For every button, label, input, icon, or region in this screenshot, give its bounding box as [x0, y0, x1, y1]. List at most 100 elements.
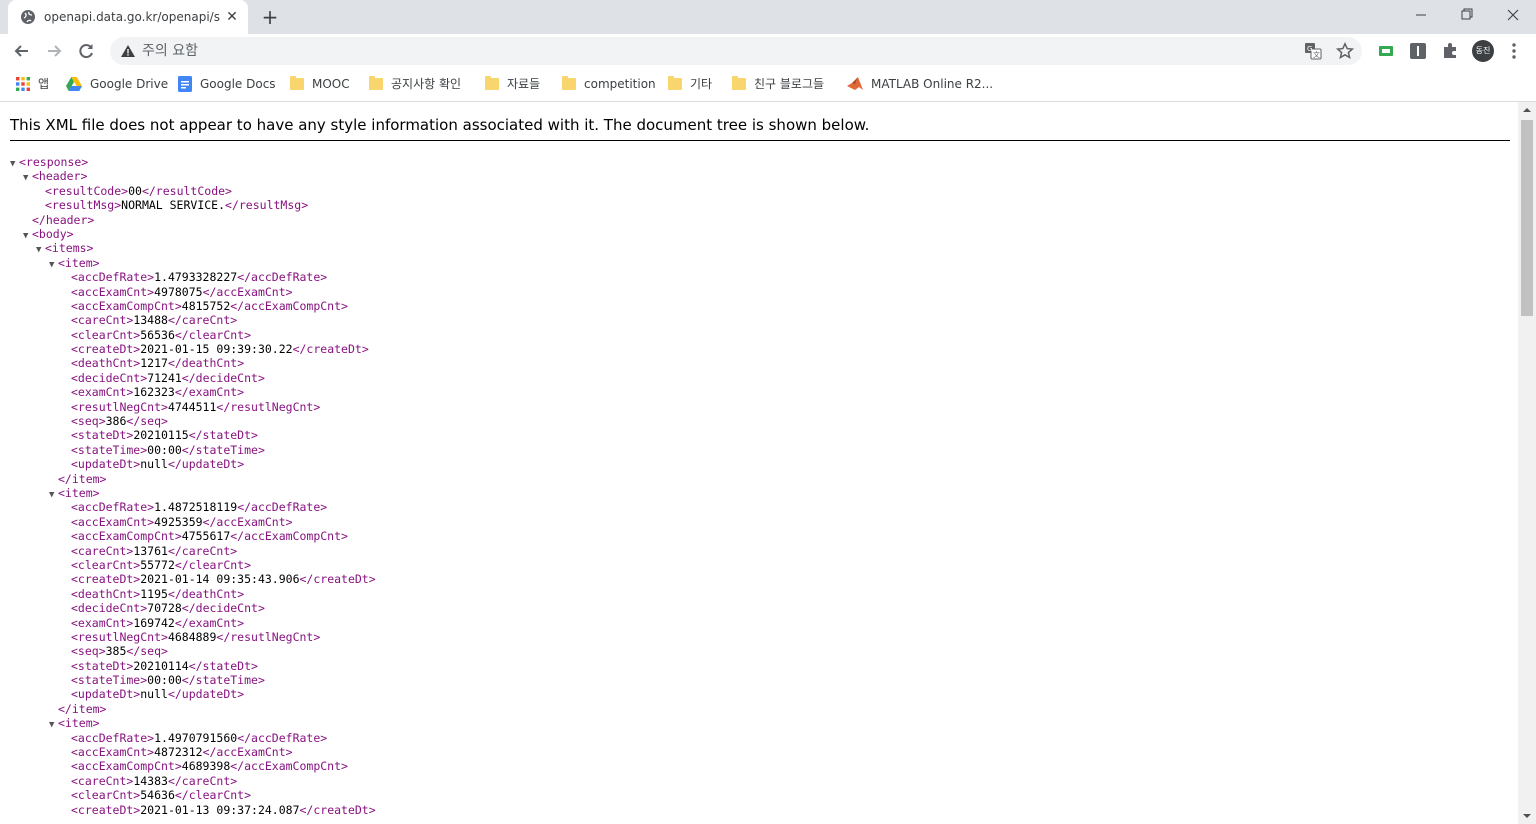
security-status-label[interactable]: 주의 요함 [142, 42, 198, 60]
restore-icon[interactable] [1444, 0, 1490, 32]
xml-element: <clearCnt>56536</clearCnt> [10, 328, 376, 342]
xml-response-open[interactable]: ▼ <response> [10, 155, 376, 169]
xml-value: 20210114 [133, 658, 189, 673]
xml-value: 1195 [140, 586, 168, 601]
xml-tag: <clearCnt> [71, 557, 141, 572]
more-menu-icon[interactable] [1505, 41, 1523, 61]
xml-tag: </careCnt> [167, 543, 238, 558]
forward-icon[interactable] [41, 38, 67, 64]
address-bar[interactable]: 주의 요함 G文 [110, 37, 1362, 65]
bookmark-mooc[interactable]: MOOC [290, 75, 350, 93]
xml-tag: <updateDt> [71, 687, 141, 702]
bookmark-matlab[interactable]: MATLAB Online R2... [847, 75, 993, 93]
xml-element: <accExamCnt>4978075</accExamCnt> [10, 285, 376, 299]
globe-icon [21, 10, 35, 24]
reload-icon[interactable] [73, 38, 99, 64]
collapse-triangle-icon[interactable]: ▼ [23, 229, 32, 243]
xml-element: <careCnt>14383</careCnt> [10, 774, 376, 788]
bookmark-google-docs[interactable]: Google Docs [178, 75, 276, 93]
bookmark-friend-blogs[interactable]: 친구 블로그들 [732, 75, 824, 93]
collapse-triangle-icon[interactable]: ▼ [10, 157, 19, 171]
bookmark-star-icon[interactable] [1336, 42, 1354, 60]
xml-tag: <item> [58, 716, 100, 731]
xml-element: <seq>385</seq> [10, 644, 376, 658]
collapse-triangle-icon[interactable]: ▼ [49, 258, 58, 272]
xml-items-open[interactable]: ▼ <items> [10, 241, 376, 255]
xml-value: 1.4970791560 [154, 730, 238, 745]
xml-tag: </accExamCnt> [202, 284, 293, 299]
xml-element: <seq>386</seq> [10, 414, 376, 428]
xml-tag: <resultMsg> [45, 198, 122, 213]
xml-tag: </accDefRate> [237, 730, 328, 745]
scroll-up-arrow-icon[interactable] [1518, 102, 1536, 118]
xml-tag: </item> [58, 701, 107, 716]
xml-tag: <decideCnt> [71, 601, 148, 616]
extensions-puzzle-icon[interactable] [1441, 42, 1459, 60]
bookmark-label: 친구 블로그들 [754, 77, 825, 91]
close-tab-icon[interactable]: ✕ [224, 9, 240, 25]
xml-tag: </accDefRate> [237, 270, 328, 285]
profile-avatar[interactable]: 동진 [1472, 40, 1494, 62]
xml-tag: </resultCode> [141, 183, 232, 198]
folder-icon [369, 76, 383, 90]
xml-tag: <createDt> [71, 572, 141, 587]
close-window-icon[interactable] [1490, 0, 1536, 32]
scroll-down-arrow-icon[interactable] [1518, 808, 1536, 824]
xml-element: <deathCnt>1217</deathCnt> [10, 356, 376, 370]
scrollbar-thumb[interactable] [1521, 120, 1533, 316]
xml-value: 4689398 [181, 759, 231, 774]
xml-tag: </stateDt> [188, 658, 258, 673]
xml-item-open[interactable]: ▼ <item> [10, 486, 376, 500]
svg-text:文: 文 [1313, 50, 1320, 59]
collapse-triangle-icon[interactable]: ▼ [23, 171, 32, 185]
xml-tag: </item> [58, 471, 107, 486]
xml-tag: <careCnt> [71, 773, 134, 788]
xml-tag: <response> [19, 155, 89, 169]
xml-element: <careCnt>13488</careCnt> [10, 313, 376, 327]
minimize-icon[interactable] [1398, 0, 1444, 32]
back-icon[interactable] [9, 38, 35, 64]
xml-header-open[interactable]: ▼ <header> [10, 169, 376, 183]
collapse-triangle-icon[interactable]: ▼ [36, 243, 45, 257]
bookmark-google-drive[interactable]: Google Drive [66, 75, 168, 93]
xml-value: null [140, 457, 168, 472]
extension-info-icon[interactable] [1409, 42, 1427, 60]
warning-icon[interactable] [120, 43, 136, 59]
toolbar: 주의 요함 G文 동진 [0, 34, 1536, 68]
xml-item-open[interactable]: ▼ <item> [10, 716, 376, 730]
xml-value: 2021-01-13 09:37:24.087 [140, 802, 300, 817]
xml-tag: <careCnt> [71, 313, 134, 328]
collapse-triangle-icon[interactable]: ▼ [49, 718, 58, 732]
xml-value: 55772 [140, 557, 175, 572]
xml-value: 4925359 [154, 514, 203, 529]
xml-tag: </careCnt> [167, 313, 238, 328]
xml-element: <accDefRate>1.4793328227</accDefRate> [10, 270, 376, 284]
xml-tag: </resutlNegCnt> [216, 399, 321, 414]
tab-strip: openapi.data.go.kr/openapi/service/rest/… [0, 0, 1536, 34]
bookmark-apps[interactable]: 앱 [16, 75, 49, 93]
bookmark-competition[interactable]: competition [562, 75, 656, 93]
xml-tag: <accExamCnt> [71, 514, 155, 529]
xml-tag: <header> [32, 169, 88, 184]
xml-element: <clearCnt>54636</clearCnt> [10, 788, 376, 802]
google-docs-icon [178, 76, 192, 92]
extension-screen-icon[interactable] [1377, 42, 1395, 60]
bookmark-notice-check[interactable]: 공지사항 확인 [369, 75, 461, 93]
xml-tag: </clearCnt> [174, 788, 252, 803]
xml-tag: <item> [58, 255, 100, 270]
bookmark-materials[interactable]: 자료들 [485, 75, 540, 93]
folder-icon [668, 76, 682, 90]
xml-body-open[interactable]: ▼ <body> [10, 227, 376, 241]
xml-tag: </deathCnt> [167, 356, 245, 371]
xml-element: <accExamCnt>4925359</accExamCnt> [10, 515, 376, 529]
bookmark-etc[interactable]: 기타 [668, 75, 712, 93]
xml-element: <createDt>2021-01-15 09:39:30.22</create… [10, 342, 376, 356]
xml-value: 14383 [133, 773, 168, 788]
vertical-scrollbar[interactable] [1518, 102, 1536, 824]
collapse-triangle-icon[interactable]: ▼ [49, 488, 58, 502]
new-tab-button[interactable]: + [258, 6, 282, 28]
xml-item-open[interactable]: ▼ <item> [10, 256, 376, 270]
browser-tab[interactable]: openapi.data.go.kr/openapi/service/rest/… [8, 0, 248, 34]
translate-icon[interactable]: G文 [1304, 42, 1322, 60]
xml-element: <decideCnt>71241</decideCnt> [10, 371, 376, 385]
